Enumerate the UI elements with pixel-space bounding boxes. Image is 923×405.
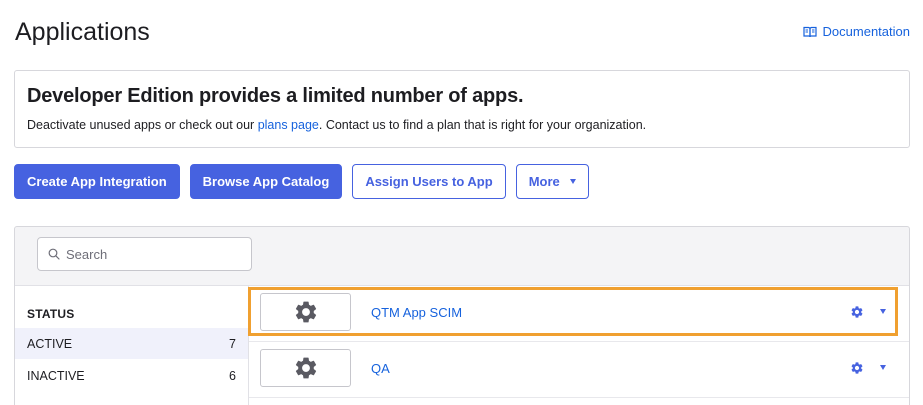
chevron-down-icon[interactable] [880, 365, 886, 370]
status-count: 7 [229, 336, 236, 351]
more-label: More [528, 174, 560, 189]
search-icon [48, 248, 60, 260]
status-count: 6 [229, 368, 236, 383]
app-logo[interactable] [260, 293, 351, 331]
app-name-link[interactable]: QTM App SCIM [371, 305, 462, 320]
gear-icon [295, 357, 316, 379]
status-label: ACTIVE [27, 336, 73, 351]
table-row: QA [249, 342, 909, 398]
book-icon [802, 26, 817, 37]
gear-icon[interactable] [850, 361, 864, 375]
browse-app-catalog-button[interactable]: Browse App Catalog [189, 164, 343, 199]
app-logo[interactable] [260, 349, 351, 387]
plans-page-link[interactable]: plans page [258, 118, 319, 132]
developer-edition-banner: Developer Edition provides a limited num… [14, 70, 910, 148]
banner-title: Developer Edition provides a limited num… [27, 85, 524, 107]
documentation-link[interactable]: Documentation [802, 24, 910, 39]
chevron-down-icon [569, 179, 576, 184]
banner-text: Deactivate unused apps or check out our … [27, 118, 897, 132]
table-row: QTM App SCIM [249, 286, 909, 342]
apps-panel: STATUS ACTIVE 7 INACTIVE 6 QTM App SCIM [14, 226, 910, 405]
status-sidebar: STATUS ACTIVE 7 INACTIVE 6 [15, 285, 249, 405]
toolbar: Create App Integration Browse App Catalo… [14, 164, 589, 199]
chevron-down-icon[interactable] [880, 309, 886, 314]
app-name-link[interactable]: QA [371, 361, 390, 376]
gear-icon [295, 301, 316, 323]
sidebar-item-inactive[interactable]: INACTIVE 6 [15, 360, 248, 391]
status-label: INACTIVE [27, 368, 85, 383]
page-title: Applications [15, 18, 150, 46]
search-box[interactable] [37, 237, 252, 271]
search-input[interactable] [66, 246, 246, 262]
sidebar-item-active[interactable]: ACTIVE 7 [15, 328, 248, 359]
assign-users-button[interactable]: Assign Users to App [352, 164, 506, 199]
app-list: QTM App SCIM QA [249, 285, 909, 405]
create-app-integration-button[interactable]: Create App Integration [14, 164, 180, 199]
more-button[interactable]: More [515, 164, 589, 199]
banner-text-before: Deactivate unused apps or check out our [27, 118, 258, 132]
banner-text-after: . Contact us to find a plan that is righ… [318, 118, 647, 132]
status-heading: STATUS [27, 307, 75, 321]
documentation-label: Documentation [822, 24, 910, 39]
gear-icon[interactable] [850, 305, 864, 319]
